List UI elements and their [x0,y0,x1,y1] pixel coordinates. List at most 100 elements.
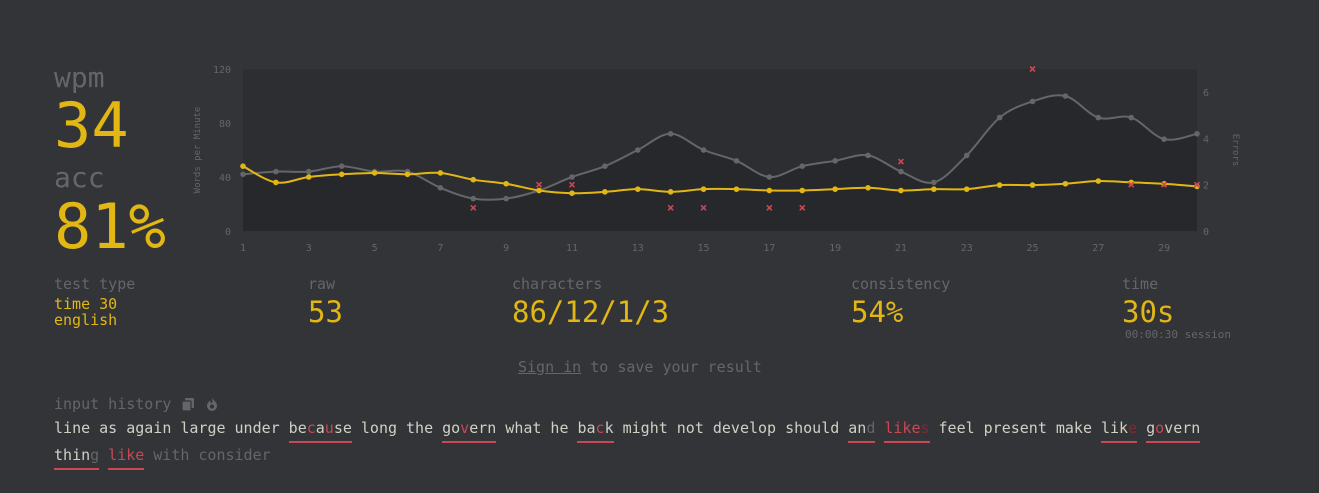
raw-label: raw [308,275,336,293]
input-history-words: line as again large under because long the gover… [54,416,1254,470]
raw-point [996,114,1003,121]
test-type-mode: time 30 [54,295,118,313]
raw-point [1029,98,1036,105]
wpm-point [996,182,1003,188]
time-label: time [1122,275,1159,293]
raw-point [832,158,838,164]
history-word: under [234,419,280,437]
wpm-point [898,187,904,194]
test-type-language: english [54,311,118,329]
x-tick-label: 7 [437,243,443,254]
x-tick-label: 1 [240,243,246,254]
raw-point [733,158,740,164]
wpm-point [1062,180,1069,187]
raw-point [766,174,773,180]
raw-point [569,174,575,180]
consistency-label: consistency [851,275,951,293]
history-word: might [622,419,668,437]
history-word: present [983,419,1047,437]
wpm-point [240,163,246,169]
x-tick-label: 21 [895,243,907,254]
wpm-point [536,187,542,194]
history-word: the [406,419,434,437]
raw-point [1161,136,1167,142]
history-word: with [153,446,190,464]
raw-point [470,195,477,202]
fire-icon[interactable] [205,397,219,411]
history-word: he [550,419,569,437]
raw-value: 53 [308,295,343,329]
y-tick-label: 120 [213,65,231,76]
wpm-point [832,186,838,192]
raw-point [1194,131,1200,137]
raw-point [1128,114,1135,121]
y-axis-title: Words per Minute [193,107,203,194]
raw-point [240,171,246,178]
x-tick-label: 25 [1026,243,1038,254]
y2-tick-label: 0 [1203,227,1209,238]
x-tick-label: 11 [566,243,578,254]
raw-point [503,195,509,202]
history-word: because [288,416,352,443]
history-word: make [1055,419,1092,437]
wpm-point [931,186,937,192]
history-word: feel [938,419,975,437]
wpm-value: 34 [54,89,129,162]
wpm-point [273,179,279,186]
history-word: likes [884,416,930,443]
raw-point [865,152,871,159]
x-tick-label: 13 [632,243,644,254]
test-type-value: time 30 english [54,296,117,328]
input-history-label: input history [54,395,172,413]
x-tick-label: 9 [503,243,509,254]
wpm-point [338,171,345,178]
raw-point [1062,93,1069,99]
time-value: 30s [1122,295,1175,329]
raw-point [338,163,345,169]
signin-link[interactable]: Sign in [518,358,581,376]
wpm-point [766,187,773,194]
history-word: again [126,419,172,437]
characters-label: characters [512,275,603,293]
signin-text: to save your result [581,358,762,376]
session-time: 00:00:30 session [1125,328,1231,341]
wpm-label: wpm [54,61,105,94]
copy-icon[interactable] [181,397,195,412]
raw-point [634,147,641,153]
history-word: as [99,419,118,437]
x-tick-label: 23 [961,243,973,254]
signin-prompt: Sign in to save your result [518,358,762,376]
history-word: govern [1146,416,1201,443]
y-tick-label: 80 [219,119,231,130]
raw-point [602,163,608,169]
wpm-point [1029,182,1036,188]
wpm-point [1095,178,1102,184]
raw-point [700,147,707,153]
wpm-point [470,176,477,183]
wpm-point [963,186,970,192]
x-tick-label: 29 [1158,243,1170,254]
wpm-point [799,187,806,194]
wpm-point [569,190,575,196]
raw-point [931,179,937,186]
raw-point [898,168,904,175]
history-word: and [848,416,876,443]
history-word: large [180,419,226,437]
history-word: like [1100,416,1138,443]
x-tick-label: 5 [372,243,378,254]
x-tick-label: 17 [763,243,775,254]
history-word: not [676,419,704,437]
history-word: develop [712,419,777,437]
consistency-value: 54% [851,295,904,329]
wpm-chart: 0408012002461 3 5 7 9 11 13 15 17 19 21 23 25 27 29Wor… [193,65,1240,254]
history-word: long [360,419,397,437]
wpm-point [602,189,608,195]
characters-value: 86/12/1/3 [512,295,670,329]
wpm-point [437,170,444,176]
x-tick-label: 27 [1092,243,1104,254]
y2-tick-label: 2 [1203,181,1209,192]
input-history-header: input history [54,395,219,413]
raw-point [963,152,970,159]
x-tick-label: 15 [698,243,710,254]
wpm-point [404,171,411,178]
